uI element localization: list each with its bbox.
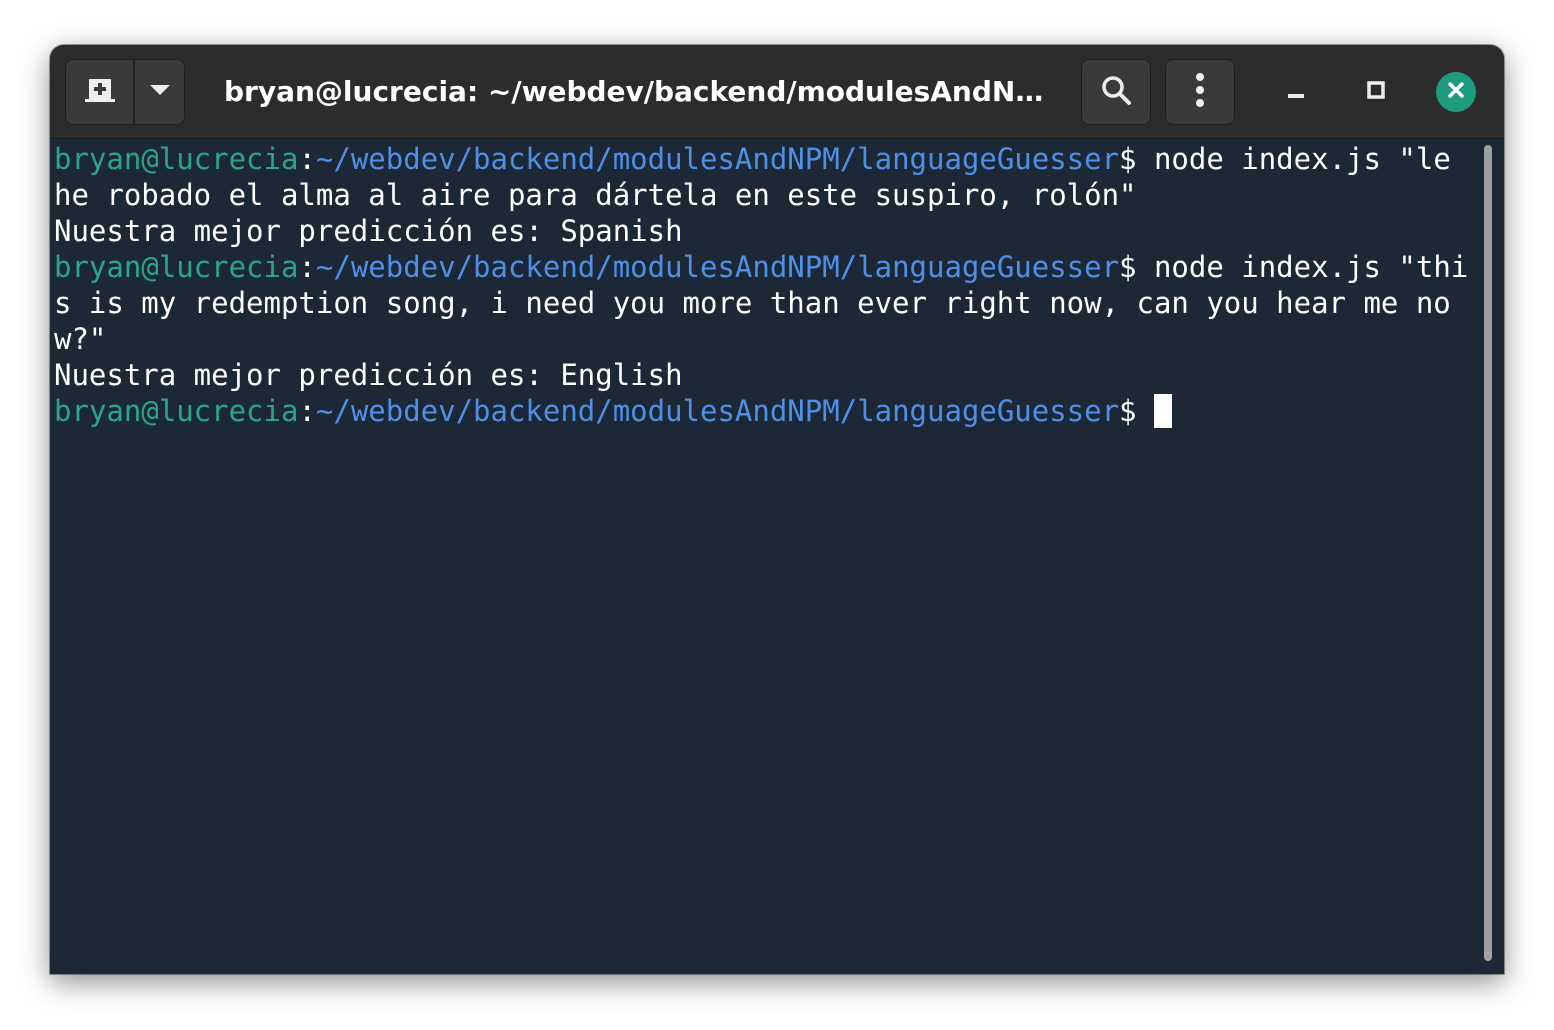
prompt-separator: :: [298, 250, 316, 284]
close-button[interactable]: [1436, 72, 1476, 112]
window-title: bryan@lucrecia: ~/webdev/backend/modules…: [224, 75, 1046, 108]
prompt-user-host: bryan@lucrecia: [54, 394, 299, 428]
prompt-separator: :: [298, 394, 316, 428]
prompt-path: ~/webdev/backend/modulesAndNPM/languageG…: [315, 250, 1120, 284]
minimize-icon: [1286, 80, 1306, 105]
chevron-down-icon: [149, 83, 171, 102]
output-line: Nuestra mejor predicción es: Spanish: [54, 214, 683, 248]
maximize-icon: [1367, 80, 1385, 104]
prompt-user-host: bryan@lucrecia: [54, 142, 299, 176]
new-tab-dropdown-button[interactable]: [134, 59, 185, 125]
terminal-cursor: [1153, 394, 1172, 428]
new-tab-icon: [83, 75, 117, 110]
search-button[interactable]: [1081, 59, 1151, 125]
close-icon: [1447, 81, 1465, 104]
terminal-scrollbar[interactable]: [1484, 145, 1492, 961]
prompt-symbol: $: [1119, 394, 1154, 428]
menu-button[interactable]: [1165, 59, 1235, 125]
output-line: Nuestra mejor predicción es: English: [54, 358, 683, 392]
prompt-user-host: bryan@lucrecia: [54, 250, 299, 284]
prompt-separator: :: [298, 142, 316, 176]
header-bar: bryan@lucrecia: ~/webdev/backend/modules…: [50, 45, 1504, 139]
prompt-symbol: $: [1119, 142, 1154, 176]
search-icon: [1100, 74, 1132, 111]
terminal-window: bryan@lucrecia: ~/webdev/backend/modules…: [50, 45, 1504, 974]
new-tab-button[interactable]: [65, 59, 134, 125]
prompt-path: ~/webdev/backend/modulesAndNPM/languageG…: [315, 394, 1120, 428]
prompt-symbol: $: [1119, 250, 1154, 284]
prompt-path: ~/webdev/backend/modulesAndNPM/languageG…: [315, 142, 1120, 176]
maximize-button[interactable]: [1356, 72, 1396, 112]
minimize-button[interactable]: [1276, 72, 1316, 112]
terminal-output[interactable]: bryan@lucrecia:~/webdev/backend/modulesA…: [54, 141, 1480, 971]
vertical-dots-icon: [1195, 72, 1205, 113]
